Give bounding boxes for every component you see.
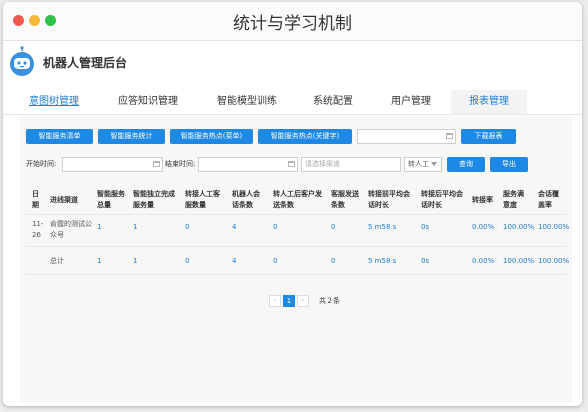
calendar-icon [446,133,453,139]
cell-agent-messages[interactable]: 0 [331,256,335,267]
cell-bot-messages[interactable]: 4 [232,256,236,267]
cell-transfer-count[interactable]: 0 [185,256,189,267]
cell-customer-messages[interactable]: 0 [273,256,277,267]
app-window: 统计与学习机制 机器人管理后台 意图树管理 应答知识管理 智能模型训练 系统配置… [3,2,582,406]
start-time-label: 开始时间: [26,160,57,168]
row-divider [25,214,567,215]
cell-total[interactable]: 1 [97,222,101,233]
tab-user-management[interactable]: 用户管理 [383,90,439,114]
header-independent: 智能独立完成服务量 [133,190,175,209]
download-report-button[interactable]: 下载报表 [461,129,516,144]
header-transfer-count: 转接人工客服数量 [185,190,220,209]
end-time-label: 结束时间: [165,160,196,168]
cell-avg-before: 5 m58 s [368,257,397,265]
next-page-button[interactable]: › [297,295,309,307]
cell-transfer-rate: 0.00% [472,223,495,231]
robot-icon [10,46,34,76]
cell-avg-after: 0s [421,223,430,231]
cell-channel: 俞霞的测试公众号 [50,220,92,239]
cell-coverage: 100.00% [538,223,570,231]
header-coverage: 会话覆盖率 [538,190,559,209]
channel-input[interactable]: 请选择渠道 [301,157,401,172]
header-agent-messages: 客服发送条数 [331,190,359,209]
cell-channel: 总计 [50,257,64,265]
cell-avg-before: 5 m58 s [368,223,397,231]
app-header: 机器人管理后台 [9,46,582,80]
cell-transfer-count[interactable]: 0 [185,222,189,233]
title-bar: 统计与学习机制 [3,2,582,41]
prev-page-button[interactable]: ‹ [269,295,281,307]
header-bot-messages: 机器人会话条数 [232,190,260,209]
service-stats-button[interactable]: 智能服务统计 [98,129,165,144]
cell-independent[interactable]: 1 [133,222,137,233]
cell-agent-messages[interactable]: 0 [331,222,335,233]
service-list-button[interactable]: 智能服务清单 [26,129,93,144]
cell-transfer-rate: 0.00% [472,257,495,265]
hot-menu-button[interactable]: 智能服务热点(菜单) [170,129,253,144]
header-date: 日期 [32,190,39,209]
tab-report-management[interactable]: 报表管理 [451,90,527,114]
main-tabs: 意图树管理 应答知识管理 智能模型训练 系统配置 用户管理 报表管理 [3,90,582,115]
hot-keyword-button[interactable]: 智能服务热点(关键字) [258,129,352,144]
calendar-icon [153,161,160,167]
cell-coverage: 100.00% [538,257,570,265]
header-satisfaction: 服务满意度 [503,190,524,209]
cell-independent[interactable]: 1 [133,256,137,267]
cell-bot-messages[interactable]: 4 [232,222,236,233]
window-title: 统计与学习机制 [233,14,352,34]
row-divider [25,274,567,275]
cell-satisfaction: 100.00% [503,223,535,231]
transfer-select[interactable]: 转人工 [404,157,442,172]
header-transfer-rate: 转接率 [472,196,493,204]
tab-system-config[interactable]: 系统配置 [305,90,361,114]
start-time-input[interactable] [62,157,163,172]
cell-satisfaction: 100.00% [503,257,535,265]
tab-intent-tree[interactable]: 意图树管理 [25,90,83,114]
calendar-icon [288,161,295,167]
page-1-button[interactable]: 1 [283,295,295,307]
cell-total[interactable]: 1 [97,256,101,267]
header-channel: 进线渠道 [50,196,78,204]
query-button[interactable]: 查询 [447,157,485,172]
header-avg-after: 转接后平均会话时长 [421,190,463,209]
total-count: 共２条 [319,297,340,305]
tab-model-training[interactable]: 智能模型训练 [210,90,284,114]
date-input[interactable] [357,129,456,144]
export-button[interactable]: 导出 [490,157,528,172]
cell-customer-messages[interactable]: 0 [273,222,277,233]
brand-name: 机器人管理后台 [43,56,128,70]
header-avg-before: 转接前平均会话时长 [368,190,410,209]
report-panel: 智能服务清单 智能服务统计 智能服务热点(菜单) 智能服务热点(关键字) 下载报… [20,116,572,402]
row-divider [25,246,567,247]
tab-answer-knowledge[interactable]: 应答知识管理 [113,90,183,114]
header-total: 智能服务总量 [97,190,125,209]
chevron-down-icon [431,162,437,166]
transfer-select-value: 转人工 [408,160,429,168]
cell-avg-after: 0s [421,257,430,265]
end-time-input[interactable] [198,157,298,172]
header-customer-messages: 转人工后客户发送条数 [273,190,322,209]
cell-date: 11-26 [32,220,44,239]
